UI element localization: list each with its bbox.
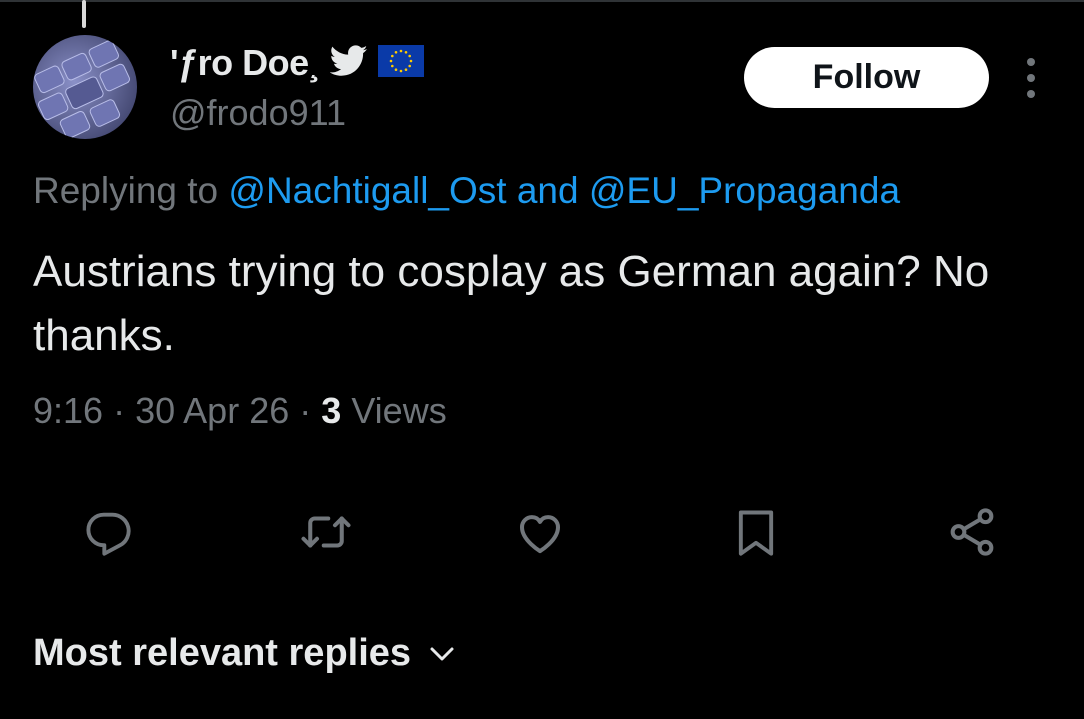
chevron-down-icon xyxy=(430,647,454,660)
eu-flag-icon xyxy=(378,44,425,82)
retweet-button[interactable] xyxy=(296,500,356,564)
bookmark-button[interactable] xyxy=(726,500,786,564)
twitter-bird-icon xyxy=(329,44,368,82)
like-button[interactable] xyxy=(510,500,570,564)
follow-button[interactable]: Follow xyxy=(744,47,989,108)
display-name[interactable]: ʹƒro Doe¸ xyxy=(170,42,321,84)
more-options-button[interactable] xyxy=(1016,58,1046,98)
reply-joiner: and xyxy=(516,170,579,211)
mention-link-2[interactable]: @EU_Propaganda xyxy=(589,170,900,211)
more-dot-icon xyxy=(1027,74,1035,82)
reply-button[interactable] xyxy=(78,500,138,564)
tweet-time[interactable]: 9:16 xyxy=(33,390,103,431)
replies-sort-dropdown[interactable]: Most relevant replies xyxy=(33,632,455,675)
more-dot-icon xyxy=(1027,90,1035,98)
share-icon xyxy=(950,508,994,556)
avatar[interactable] xyxy=(33,35,137,139)
thread-connector-line xyxy=(82,0,86,28)
tweet-text: Austrians trying to cosplay as German ag… xyxy=(33,247,990,360)
action-bar xyxy=(0,500,1084,570)
replying-prefix: Replying to xyxy=(33,170,219,211)
bookmark-icon xyxy=(738,510,774,556)
views-label: Views xyxy=(351,390,447,431)
replying-to-line: Replying to @Nachtigall_Ost and @EU_Prop… xyxy=(33,170,900,212)
avatar-image xyxy=(33,35,137,139)
author-name-row: ʹƒro Doe¸ xyxy=(170,40,425,86)
tweet-meta: 9:16 · 30 Apr 26 · 3 Views xyxy=(33,390,447,432)
view-count: 3 xyxy=(321,390,342,431)
mention-link-1[interactable]: @Nachtigall_Ost xyxy=(228,170,506,211)
meta-separator: · xyxy=(113,390,126,431)
author-handle[interactable]: @frodo911 xyxy=(170,92,346,134)
reply-icon xyxy=(86,512,131,556)
like-icon xyxy=(519,515,561,554)
meta-separator: · xyxy=(299,390,312,431)
tweet-date[interactable]: 30 Apr 26 xyxy=(135,390,289,431)
retweet-icon xyxy=(301,516,351,548)
share-button[interactable] xyxy=(942,500,1002,564)
top-divider xyxy=(0,0,1084,2)
more-dot-icon xyxy=(1027,58,1035,66)
replies-sort-label: Most relevant replies xyxy=(33,632,412,674)
